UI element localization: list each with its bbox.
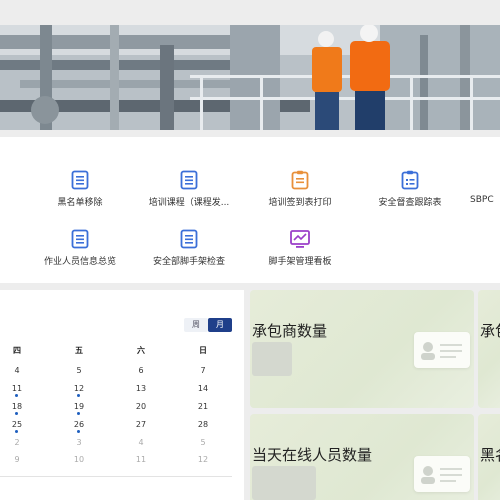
menu-item-training-course[interactable]: 培训课程（课程发...: [129, 170, 249, 208]
menu-item-label: SBPC: [470, 195, 494, 205]
card-title: 当天在线人员数量: [252, 446, 373, 464]
card-title: 黑名: [480, 446, 500, 464]
card-title: 承包商数量: [252, 322, 328, 340]
event-dot: [77, 394, 80, 397]
menu-item-blacklist-remove[interactable]: 黑名单移除: [20, 170, 140, 208]
menu-item-scaffold-inspection[interactable]: 安全部脚手架检查: [129, 229, 249, 267]
calendar-day[interactable]: 11: [7, 384, 27, 393]
menu-item-safety-inspection-tracking[interactable]: 安全督查跟踪表: [350, 170, 470, 208]
calendar-day[interactable]: 3: [69, 438, 89, 447]
id-card-icon: [414, 332, 470, 368]
menu-item-label: 作业人员信息总览: [43, 257, 116, 267]
calendar-day[interactable]: 12: [193, 455, 213, 464]
event-dot: [77, 412, 80, 415]
calendar-day[interactable]: 7: [193, 366, 213, 375]
weekday-header: 四: [13, 346, 21, 355]
calendar-day[interactable]: 18: [7, 402, 27, 411]
menu-item-label: 培训课程（课程发...: [148, 198, 230, 208]
weekday-header: 日: [199, 346, 207, 355]
calendar-day[interactable]: 2: [7, 438, 27, 447]
calendar-day[interactable]: 14: [193, 384, 213, 393]
calendar-day[interactable]: 26: [69, 420, 89, 429]
calendar-day[interactable]: 6: [131, 366, 151, 375]
industrial-scene-image: [0, 25, 500, 130]
week-view-toggle[interactable]: 周: [184, 318, 208, 332]
id-card-icon: [414, 456, 470, 492]
card-title: 承包: [480, 322, 500, 340]
card-value-placeholder: [252, 466, 316, 500]
calendar-day[interactable]: 9: [7, 455, 27, 464]
calendar-day[interactable]: 20: [131, 402, 151, 411]
document-icon: [71, 170, 89, 190]
calendar-day[interactable]: 13: [131, 384, 151, 393]
menu-item-worker-info-overview[interactable]: 作业人员信息总览: [20, 229, 140, 267]
calendar-day[interactable]: 21: [193, 402, 213, 411]
document-icon: [71, 229, 89, 249]
partial-stat-card[interactable]: 承包: [478, 290, 500, 408]
weekday-header: 五: [75, 346, 83, 355]
weekday-header: 六: [137, 346, 145, 355]
clipboard-icon: [291, 170, 309, 190]
quick-menu-panel: 黑名单移除 培训课程（课程发... 培训签到表打印 安全督查跟踪表 SBPC 作…: [0, 137, 500, 283]
card-value-placeholder: [252, 342, 292, 376]
hero-banner: [0, 25, 500, 130]
menu-item-label: 安全部脚手架检查: [152, 257, 225, 267]
calendar-day[interactable]: 5: [69, 366, 89, 375]
month-view-toggle[interactable]: 月: [208, 318, 232, 332]
partial-stat-card[interactable]: 黑名: [478, 414, 500, 500]
calendar-day[interactable]: 19: [69, 402, 89, 411]
event-dot: [15, 412, 18, 415]
calendar-day[interactable]: 27: [131, 420, 151, 429]
checklist-icon: [401, 170, 419, 190]
document-icon: [180, 170, 198, 190]
event-dot: [15, 394, 18, 397]
contractor-count-card[interactable]: 承包商数量: [250, 290, 474, 408]
menu-item-training-signin-print[interactable]: 培训签到表打印: [240, 170, 360, 208]
calendar-day[interactable]: 25: [7, 420, 27, 429]
calendar-panel: 周 月: [0, 290, 244, 500]
menu-item-label: 脚手架管理看板: [268, 257, 332, 267]
menu-item-sbpc[interactable]: SBPC: [470, 170, 500, 205]
calendar-day[interactable]: 12: [69, 384, 89, 393]
online-personnel-card[interactable]: 当天在线人员数量: [250, 414, 474, 500]
chart-monitor-icon: [290, 230, 310, 248]
menu-item-scaffold-dashboard[interactable]: 脚手架管理看板: [240, 229, 360, 267]
menu-item-label: 培训签到表打印: [268, 198, 332, 208]
calendar-day[interactable]: 11: [131, 455, 151, 464]
calendar-day[interactable]: 5: [193, 438, 213, 447]
calendar-day[interactable]: 10: [69, 455, 89, 464]
event-dot: [15, 430, 18, 433]
document-icon: [180, 229, 198, 249]
calendar-day[interactable]: 4: [7, 366, 27, 375]
menu-item-label: 安全督查跟踪表: [378, 198, 442, 208]
calendar-divider: [0, 476, 232, 477]
menu-item-label: 黑名单移除: [57, 198, 103, 208]
calendar-day[interactable]: 4: [131, 438, 151, 447]
calendar-day[interactable]: 28: [193, 420, 213, 429]
event-dot: [77, 430, 80, 433]
